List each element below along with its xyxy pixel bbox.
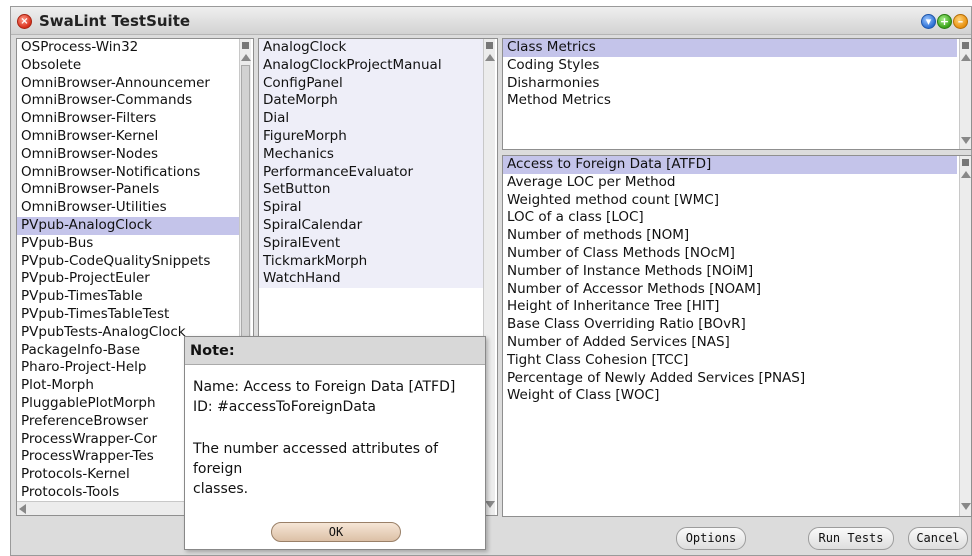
scrollbar-menu-icon[interactable] xyxy=(962,42,969,49)
note-name-line: Name: Access to Foreign Data [ATFD] xyxy=(193,379,456,395)
ok-button[interactable]: OK xyxy=(271,522,401,542)
metric-list-item[interactable]: Height of Inheritance Tree [HIT] xyxy=(503,298,957,316)
close-window-icon[interactable]: × xyxy=(17,14,32,29)
class-list-item[interactable]: AnalogClock xyxy=(259,39,483,57)
collapse-window-icon[interactable]: – xyxy=(953,14,968,29)
package-list-item[interactable]: PVpub-CodeQualitySnippets xyxy=(17,253,239,271)
cancel-button[interactable]: Cancel xyxy=(908,527,968,550)
scroll-down-icon[interactable] xyxy=(485,501,495,508)
category-list-item[interactable]: Class Metrics xyxy=(503,39,957,57)
metric-list-item[interactable]: Number of Accessor Methods [NOAM] xyxy=(503,281,957,299)
options-button[interactable]: Options xyxy=(676,527,746,550)
note-description-line: foreign xyxy=(193,461,243,477)
scroll-left-icon[interactable] xyxy=(19,504,26,514)
package-list-item[interactable]: OmniBrowser-Nodes xyxy=(17,146,239,164)
expand-window-icon[interactable]: + xyxy=(937,14,952,29)
class-list-item[interactable]: SetButton xyxy=(259,181,483,199)
scroll-up-icon[interactable] xyxy=(961,171,971,178)
note-id-line: ID: #accessToForeignData xyxy=(193,399,376,415)
note-description-line: The number accessed attributes of xyxy=(193,441,439,457)
metric-list-item[interactable]: LOC of a class [LOC] xyxy=(503,209,957,227)
class-list-item[interactable]: DateMorph xyxy=(259,92,483,110)
scroll-up-icon[interactable] xyxy=(241,54,251,61)
class-list-item[interactable]: ConfigPanel xyxy=(259,75,483,93)
metrics-items: Access to Foreign Data [ATFD] Average LOC… xyxy=(503,156,957,405)
package-list-item[interactable]: OmniBrowser-Filters xyxy=(17,110,239,128)
package-list-item[interactable]: OmniBrowser-Panels xyxy=(17,181,239,199)
window-title: SwaLint TestSuite xyxy=(39,12,191,30)
categories-list[interactable]: Class Metrics Coding Styles Disharmonies Me… xyxy=(502,38,972,150)
metric-list-item[interactable]: Weight of Class [WOC] xyxy=(503,387,957,405)
categories-items: Class Metrics Coding Styles Disharmonies Me… xyxy=(503,39,957,110)
metric-list-item[interactable]: Number of Instance Methods [NOiM] xyxy=(503,263,957,281)
package-list-item[interactable]: OSProcess-Win32 xyxy=(17,39,239,57)
note-description-line: classes. xyxy=(193,481,249,497)
note-dialog: Note: Name: Access to Foreign Data [ATFD… xyxy=(184,336,486,550)
package-list-item[interactable]: OmniBrowser-Announcemer xyxy=(17,75,239,93)
class-list-item[interactable]: Mechanics xyxy=(259,146,483,164)
metric-list-item[interactable]: Weighted method count [WMC] xyxy=(503,192,957,210)
package-list-item[interactable]: PVpub-ProjectEuler xyxy=(17,270,239,288)
scrollbar-menu-icon[interactable] xyxy=(486,42,493,49)
package-list-item[interactable]: PVpub-TimesTable xyxy=(17,288,239,306)
class-list-item[interactable]: TickmarkMorph xyxy=(259,253,483,271)
package-list-item[interactable]: Obsolete xyxy=(17,57,239,75)
metric-list-item[interactable]: Average LOC per Method xyxy=(503,174,957,192)
package-list-item[interactable]: OmniBrowser-Commands xyxy=(17,92,239,110)
class-list-item[interactable]: Spiral xyxy=(259,199,483,217)
class-list-item[interactable]: WatchHand xyxy=(259,270,483,288)
package-list-item[interactable]: PVpub-TimesTableTest xyxy=(17,306,239,324)
metric-list-item[interactable]: Percentage of Newly Added Services [PNAS… xyxy=(503,370,957,388)
metric-list-item[interactable]: Number of Class Methods [NOcM] xyxy=(503,245,957,263)
class-list-item[interactable]: SpiralEvent xyxy=(259,235,483,253)
class-list-item[interactable]: SpiralCalendar xyxy=(259,217,483,235)
scroll-down-icon[interactable] xyxy=(961,503,971,510)
category-list-item[interactable]: Coding Styles xyxy=(503,57,957,75)
class-list-item[interactable]: Dial xyxy=(259,110,483,128)
category-list-item[interactable]: Disharmonies xyxy=(503,75,957,93)
scrollbar-menu-icon[interactable] xyxy=(242,42,249,49)
metric-list-item[interactable]: Tight Class Cohesion [TCC] xyxy=(503,352,957,370)
metric-list-item[interactable]: Number of Added Services [NAS] xyxy=(503,334,957,352)
metrics-vertical-scrollbar[interactable] xyxy=(959,156,971,516)
metrics-list[interactable]: Access to Foreign Data [ATFD] Average LOC… xyxy=(502,155,972,517)
metric-list-item[interactable]: Number of methods [NOM] xyxy=(503,227,957,245)
metric-list-item[interactable]: Base Class Overriding Ratio [BOvR] xyxy=(503,316,957,334)
scroll-up-icon[interactable] xyxy=(961,54,971,61)
class-list-item[interactable]: AnalogClockProjectManual xyxy=(259,57,483,75)
run-tests-button[interactable]: Run Tests xyxy=(808,527,894,550)
package-list-item[interactable]: OmniBrowser-Notifications xyxy=(17,164,239,182)
category-list-item[interactable]: Method Metrics xyxy=(503,92,957,110)
metric-list-item[interactable]: Access to Foreign Data [ATFD] xyxy=(503,156,957,174)
package-list-item[interactable]: OmniBrowser-Kernel xyxy=(17,128,239,146)
package-list-item[interactable]: PVpub-AnalogClock xyxy=(17,216,239,235)
window-menu-icon[interactable]: ▾ xyxy=(921,14,936,29)
class-list-item[interactable]: PerformanceEvaluator xyxy=(259,164,483,182)
note-dialog-title: Note: xyxy=(185,337,485,365)
package-list-item[interactable]: PVpub-Bus xyxy=(17,235,239,253)
scroll-up-icon[interactable] xyxy=(485,54,495,61)
scrollbar-menu-icon[interactable] xyxy=(962,159,969,166)
package-list-item[interactable]: OmniBrowser-Utilities xyxy=(17,199,239,217)
scroll-down-icon[interactable] xyxy=(961,137,971,144)
title-bar[interactable]: × SwaLint TestSuite ▾ + – xyxy=(11,7,971,35)
class-list-item[interactable]: FigureMorph xyxy=(259,128,483,146)
categories-vertical-scrollbar[interactable] xyxy=(959,39,971,149)
classes-items: AnalogClock AnalogClockProjectManual Confi… xyxy=(259,39,483,289)
